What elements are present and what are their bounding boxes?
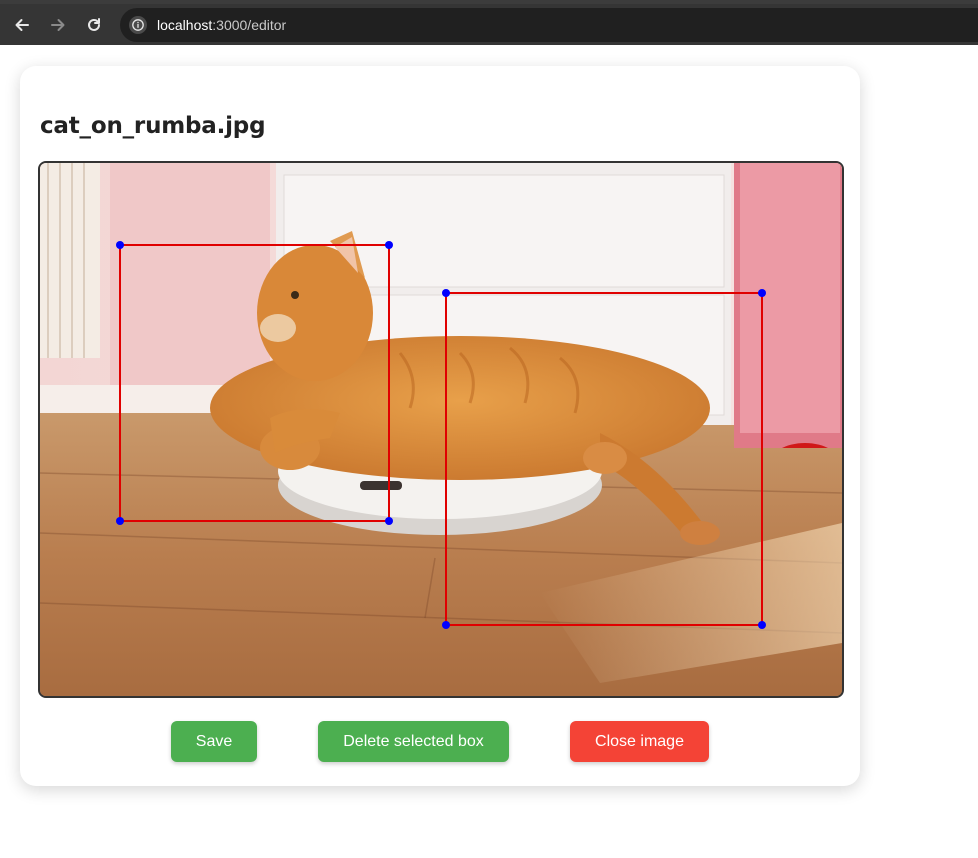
editor-card: cat_on_rumba.jpg Save Delete selected bo… <box>20 66 860 786</box>
reload-icon <box>88 18 100 31</box>
url-path: :3000/editor <box>212 17 287 33</box>
arrow-right-icon <box>51 19 65 31</box>
arrow-left-icon <box>15 19 29 31</box>
image-filename: cat_on_rumba.jpg <box>40 113 266 139</box>
bounding-box-2[interactable] <box>442 289 766 629</box>
back-button[interactable] <box>10 13 34 37</box>
browser-toolbar: localhost:3000/editor <box>0 0 978 45</box>
bounding-box-1[interactable] <box>116 241 393 525</box>
resize-handle[interactable] <box>385 517 393 525</box>
address-bar[interactable]: localhost:3000/editor <box>120 8 978 42</box>
resize-handle[interactable] <box>116 517 124 525</box>
resize-handle[interactable] <box>116 241 124 249</box>
image-canvas[interactable] <box>38 161 844 698</box>
resize-handle[interactable] <box>385 241 393 249</box>
url-text[interactable]: localhost:3000/editor <box>157 17 286 33</box>
close-image-button[interactable]: Close image <box>570 721 709 762</box>
info-icon[interactable] <box>129 16 147 34</box>
bounding-box-overlay <box>116 241 766 629</box>
resize-handle[interactable] <box>758 621 766 629</box>
resize-handle[interactable] <box>442 289 450 297</box>
forward-button[interactable] <box>46 13 70 37</box>
reload-button[interactable] <box>82 13 106 37</box>
browser-toolbar-inner: localhost:3000/editor <box>0 4 978 45</box>
delete-selected-box-button[interactable]: Delete selected box <box>318 721 509 762</box>
url-host: localhost <box>157 17 213 33</box>
save-button[interactable]: Save <box>171 721 257 762</box>
resize-handle[interactable] <box>442 621 450 629</box>
resize-handle[interactable] <box>758 289 766 297</box>
info-glyph <box>132 19 144 31</box>
